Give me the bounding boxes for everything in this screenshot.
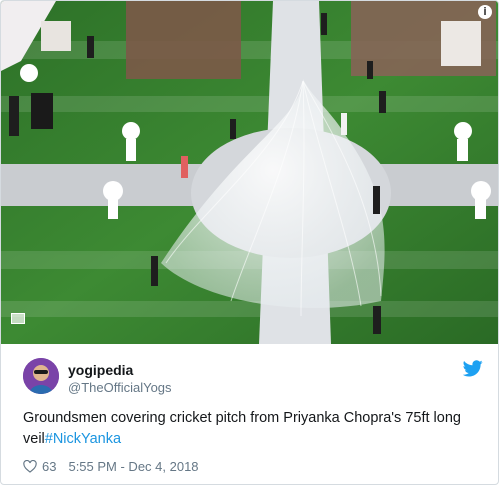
wedding-aerial-image [1,1,498,344]
info-icon[interactable]: i [478,5,492,19]
hashtag-link[interactable]: #NickYanka [45,431,121,447]
like-count[interactable]: 63 [42,459,56,474]
tweet-text: Groundsmen covering cricket pitch from P… [23,408,483,450]
user-handle[interactable]: @TheOfficialYogs [68,380,172,395]
tweet-footer: 63 5:55 PM - Dec 4, 2018 [23,458,199,474]
tweet-photo[interactable]: i [1,1,498,344]
tweet-card[interactable]: i yogipedia @TheOfficialYogs Groundsmen … [0,0,499,485]
tweet-header: yogipedia @TheOfficialYogs [23,358,483,398]
display-name[interactable]: yogipedia [68,362,133,378]
timestamp[interactable]: 5:55 PM - Dec 4, 2018 [68,459,198,474]
heart-icon[interactable] [23,459,37,473]
avatar-image [23,358,59,394]
media-badge-icon [11,313,25,324]
avatar[interactable] [23,358,59,394]
twitter-bird-icon[interactable] [463,360,483,377]
